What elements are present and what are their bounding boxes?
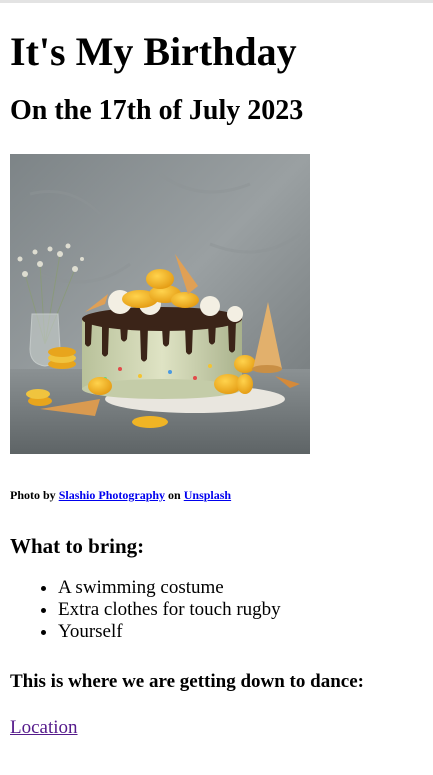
credit-middle: on: [168, 488, 181, 502]
bring-heading: What to bring:: [10, 534, 145, 558]
photo-credit: Photo by Slashio Photography on Unsplash: [10, 487, 423, 503]
list-item: Yourself: [58, 621, 423, 643]
dance-heading: This is where we are getting down to dan…: [10, 671, 364, 692]
event-date: On the 17th of July 2023: [10, 95, 304, 126]
unsplash-link[interactable]: Unsplash: [184, 488, 231, 502]
cake-photo: [10, 154, 310, 454]
list-item: Extra clothes for touch rugby: [58, 599, 423, 621]
page-title: It's My Birthday: [10, 29, 297, 74]
bring-list: A swimming costume Extra clothes for tou…: [10, 577, 423, 643]
credit-prefix: Photo by: [10, 488, 56, 502]
list-item: A swimming costume: [58, 577, 423, 599]
location-link[interactable]: Location: [10, 716, 78, 740]
photographer-link[interactable]: Slashio Photography: [59, 488, 165, 502]
page-content: It's My Birthday On the 17th of July 202…: [0, 29, 433, 740]
